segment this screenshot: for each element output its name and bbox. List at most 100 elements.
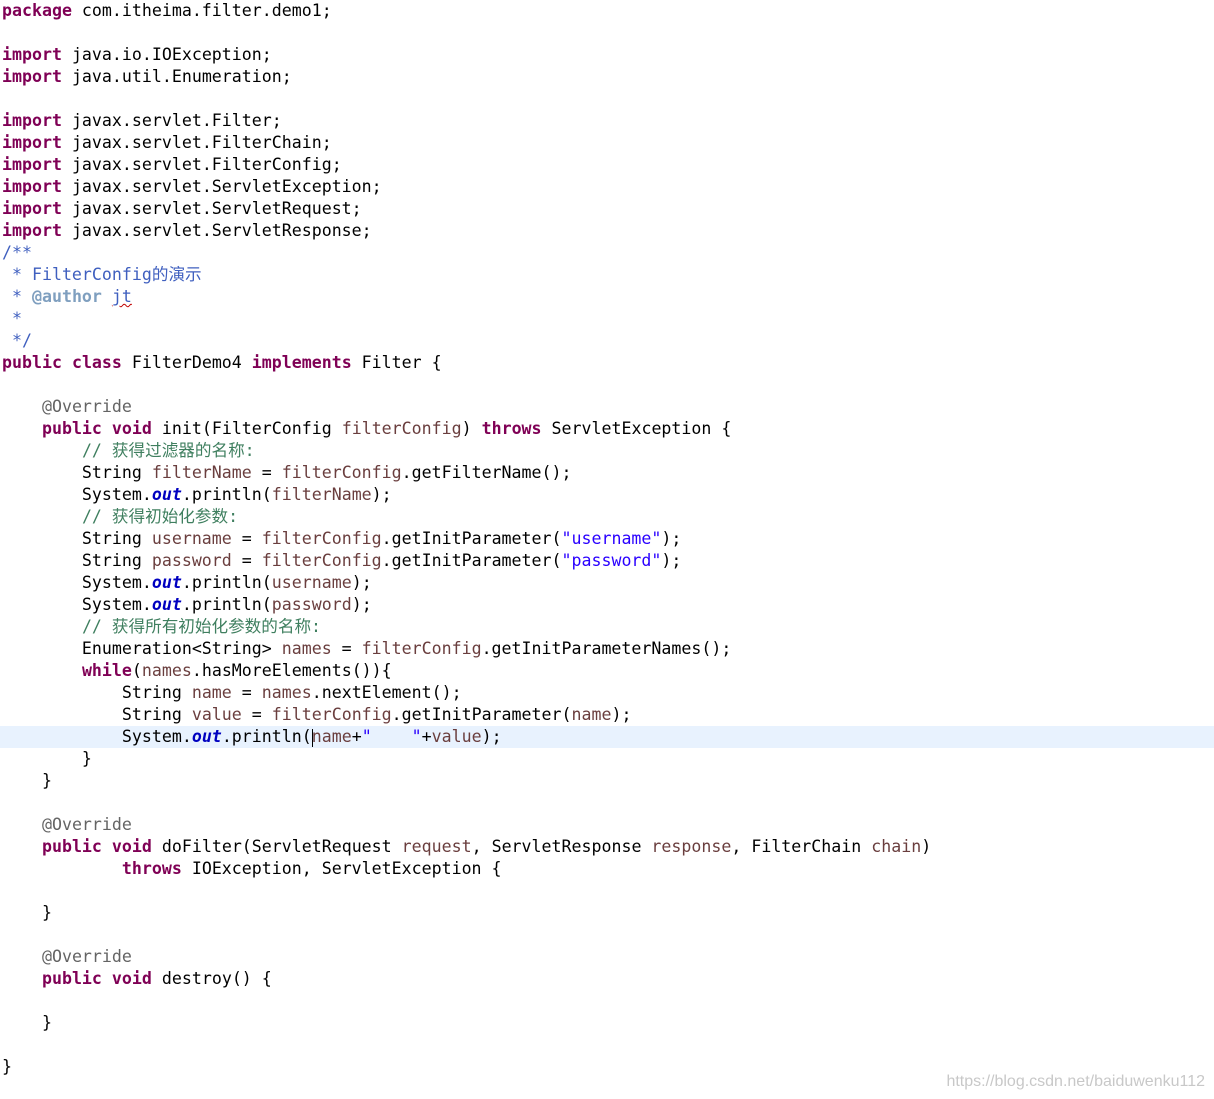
string-literal: " " [361, 727, 422, 746]
parameter: filterConfig [261, 551, 382, 570]
code-line-42: } [0, 902, 1214, 924]
keyword: import [2, 177, 62, 196]
code-token: Filter { [351, 353, 442, 372]
local-variable: username [151, 529, 232, 548]
code-token: ); [371, 485, 392, 504]
local-variable: filterName [151, 463, 252, 482]
code-line-15: * [0, 308, 1214, 330]
code-token: ServletException { [541, 419, 732, 438]
local-variable: names [261, 683, 312, 702]
local-variable: filterName [271, 485, 372, 504]
code-line-3: import java.io.IOException; [0, 44, 1214, 66]
code-token: } [2, 1057, 12, 1076]
code-editor[interactable]: package com.itheima.filter.demo1; import… [0, 0, 1214, 1099]
keyword: import [2, 67, 62, 86]
code-line-27: System.out.println(username); [0, 572, 1214, 594]
code-token: = [231, 551, 262, 570]
code-line-10: import javax.servlet.ServletRequest; [0, 198, 1214, 220]
keyword: import [2, 45, 62, 64]
annotation: @Override [41, 397, 132, 416]
local-variable: names [141, 661, 192, 680]
code-token: .getFilterName(); [401, 463, 572, 482]
static-field: out [151, 595, 182, 614]
code-line-29: // 获得所有初始化参数的名称: [0, 616, 1214, 638]
annotation: @Override [41, 947, 132, 966]
code-line-45: public void destroy() { [0, 968, 1214, 990]
code-line-40: throws IOException, ServletException { [0, 858, 1214, 880]
local-variable: name [191, 683, 232, 702]
keyword: package [2, 1, 72, 20]
javadoc [102, 287, 112, 306]
code-token: ); [661, 551, 682, 570]
code-token: System. [2, 727, 192, 746]
code-line-44: @Override [0, 946, 1214, 968]
code-token: ); [351, 595, 372, 614]
parameter: filterConfig [361, 639, 482, 658]
code-token: } [2, 749, 92, 768]
parameter: filterConfig [341, 419, 462, 438]
code-token: Enumeration<String> [2, 639, 282, 658]
keyword: class [71, 353, 122, 372]
local-variable: username [271, 573, 352, 592]
keyword: public [41, 837, 102, 856]
code-token: ) [921, 837, 932, 856]
javadoc: * FilterConfig的演示 [2, 265, 202, 284]
code-token: , ServletResponse [471, 837, 652, 856]
keyword: public [41, 419, 102, 438]
javadoc: /** [2, 243, 32, 262]
code-line-30: Enumeration<String> names = filterConfig… [0, 638, 1214, 660]
local-variable: name [311, 727, 352, 746]
code-token: .hasMoreElements()){ [191, 661, 392, 680]
code-line-14: * @author jt [0, 286, 1214, 308]
keyword: while [81, 661, 132, 680]
code-token: .println( [181, 485, 272, 504]
code-token: = [251, 463, 282, 482]
parameter: filterConfig [261, 529, 382, 548]
code-token: ); [661, 529, 682, 548]
local-variable: password [151, 551, 232, 570]
code-token: + [421, 727, 432, 746]
code-line-25: String username = filterConfig.getInitPa… [0, 528, 1214, 550]
keyword: public [2, 353, 62, 372]
comment: // 获得初始化参数: [81, 507, 239, 526]
code-line-16: */ [0, 330, 1214, 352]
code-token: , FilterChain [731, 837, 872, 856]
code-token: String [2, 683, 192, 702]
code-line-39: public void doFilter(ServletRequest requ… [0, 836, 1214, 858]
keyword: import [2, 155, 62, 174]
local-variable: names [281, 639, 332, 658]
code-token: String [2, 463, 152, 482]
parameter: filterConfig [271, 705, 392, 724]
code-token: IOException, ServletException { [181, 859, 502, 878]
code-token: java.util.Enumeration; [61, 67, 292, 86]
comment: // 获得所有初始化参数的名称: [81, 617, 322, 636]
code-line-11: import javax.servlet.ServletResponse; [0, 220, 1214, 242]
code-token: FilterDemo4 [121, 353, 252, 372]
code-line-1: package com.itheima.filter.demo1; [0, 0, 1214, 22]
code-token: init(FilterConfig [151, 419, 342, 438]
code-line-26: String password = filterConfig.getInitPa… [0, 550, 1214, 572]
local-variable: value [431, 727, 482, 746]
code-token: .println( [221, 727, 312, 746]
code-token: String [2, 529, 152, 548]
code-token: ); [351, 573, 372, 592]
code-token: java.io.IOException; [61, 45, 272, 64]
code-token: .println( [181, 573, 272, 592]
code-line-17: public class FilterDemo4 implements Filt… [0, 352, 1214, 374]
code-line-7: import javax.servlet.FilterChain; [0, 132, 1214, 154]
keyword: void [111, 837, 152, 856]
parameter: chain [871, 837, 922, 856]
string-literal: "username" [561, 529, 662, 548]
code-token: = [231, 683, 262, 702]
code-token: .getInitParameter( [391, 705, 572, 724]
string-literal: "password" [561, 551, 662, 570]
keyword: throws [481, 419, 542, 438]
